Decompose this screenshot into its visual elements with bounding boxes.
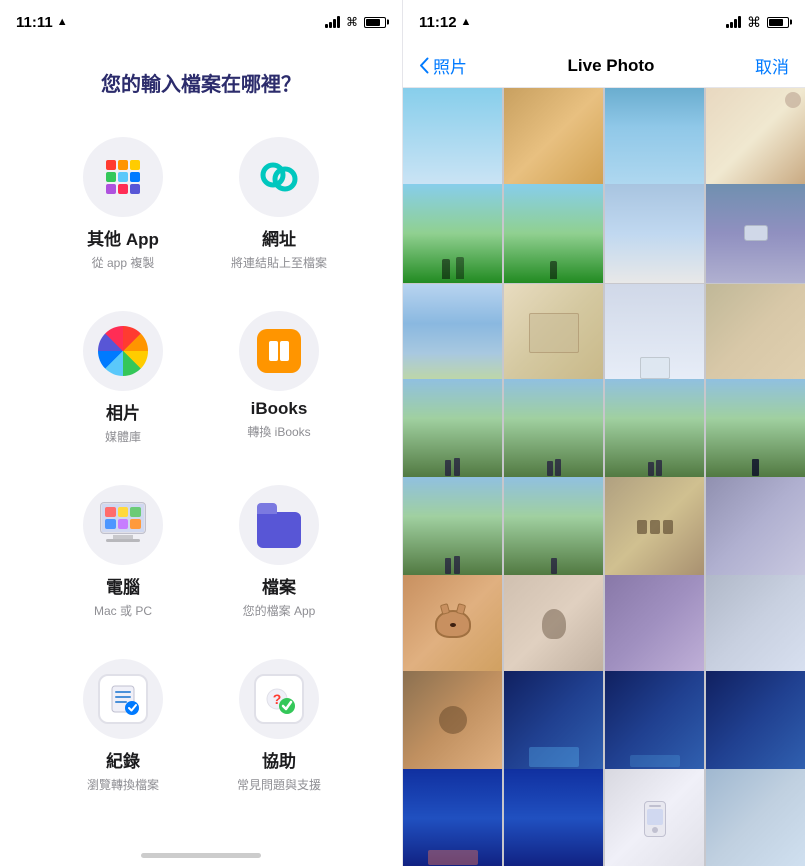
app-item-url[interactable]: 網址 將連結貼上至檔案 [231,137,327,271]
help-sublabel: 常見問題與支援 [237,776,321,793]
app-item-records[interactable]: 紀錄 瀏覽轉換檔案 [75,659,171,793]
left-time: 11:11 ▲ [16,14,68,31]
photo-cell[interactable] [504,184,603,283]
photo-cell[interactable] [504,88,603,187]
other-app-label: 其他 App [87,225,159,250]
url-sublabel: 將連結貼上至檔案 [231,254,327,271]
left-status-icons: ⌘ [325,15,386,29]
app-grid: 其他 App 從 app 複製 網址 將連結貼上至檔案 相片 媒體庫 [35,137,367,793]
left-signal-icon [325,16,340,28]
records-icon [98,674,148,724]
photo-cell[interactable] [504,284,603,383]
app-item-files[interactable]: 檔案 您的檔案 App [231,485,327,619]
right-status-bar: 11:12 ▲ ⌘ [403,0,805,44]
app-item-help[interactable]: ? 協助 常見問題與支援 [231,659,327,793]
photo-cell[interactable] [403,379,502,478]
computer-icon-wrap [83,485,163,565]
ibooks-label: iBooks [251,399,308,419]
records-sublabel: 瀏覽轉換檔案 [87,776,159,793]
photo-cell[interactable] [403,284,502,383]
photos-icon-wrap [83,311,163,391]
page-title: 您的輸入檔案在哪裡？ [101,68,301,97]
photo-cell[interactable] [403,769,502,866]
photo-cell[interactable] [706,769,805,866]
photo-cell[interactable] [403,477,502,576]
photo-cell[interactable] [403,575,502,674]
nav-back-button[interactable]: 照片 [419,53,467,78]
nav-title: Live Photo [568,56,655,76]
photo-cell[interactable] [605,575,704,674]
photo-cell[interactable] [706,575,805,674]
records-label: 紀錄 [106,747,140,772]
photo-cell[interactable] [605,769,704,866]
photos-icon [98,326,148,376]
photo-cell[interactable] [504,575,603,674]
cancel-button[interactable]: 取消 [755,53,789,78]
url-icon-wrap [239,137,319,217]
right-battery-icon [767,17,789,28]
right-nav-bar: 照片 Live Photo 取消 [403,44,805,88]
photos-sublabel: 媒體庫 [105,428,141,445]
photo-cell[interactable] [403,671,502,770]
app-item-other[interactable]: 其他 App 從 app 複製 [75,137,171,271]
computer-icon [98,502,148,548]
help-icon: ? [254,674,304,724]
other-app-icon-wrap [83,137,163,217]
help-label: 協助 [262,747,296,772]
photo-cell[interactable] [504,769,603,866]
photo-cell[interactable] [706,284,805,383]
records-icon-wrap [83,659,163,739]
photo-cell[interactable] [605,671,704,770]
photo-cell[interactable] [605,477,704,576]
app-item-photos[interactable]: 相片 媒體庫 [75,311,171,445]
photo-cell[interactable] [706,379,805,478]
photo-cell[interactable] [504,379,603,478]
photo-cell[interactable] [706,88,805,187]
computer-sublabel: Mac 或 PC [94,602,152,619]
photo-cell[interactable] [403,184,502,283]
photo-cell[interactable] [706,671,805,770]
grid-icon [106,160,140,194]
app-item-ibooks[interactable]: iBooks 轉換 iBooks [231,311,327,445]
left-location-icon: ▲ [57,16,68,28]
left-battery-icon [364,17,386,28]
photo-cell[interactable] [605,284,704,383]
left-home-indicator [141,853,261,858]
folder-icon [254,502,304,548]
photo-grid [403,88,805,866]
photo-cell[interactable] [605,88,704,187]
url-label: 網址 [262,225,296,250]
photo-cell[interactable] [706,184,805,283]
computer-label: 電腦 [106,573,140,598]
other-app-sublabel: 從 app 複製 [92,254,155,271]
photo-cell[interactable] [504,671,603,770]
right-signal-icon [726,16,741,28]
files-label: 檔案 [262,573,296,598]
left-status-bar: 11:11 ▲ ⌘ [0,0,402,44]
back-label: 照片 [433,53,467,78]
photo-cell[interactable] [605,379,704,478]
ibooks-icon [257,329,301,373]
photo-cell[interactable] [605,184,704,283]
right-wifi-icon: ⌘ [747,14,761,31]
files-sublabel: 您的檔案 App [243,602,316,619]
photos-label: 相片 [106,399,140,424]
ibooks-sublabel: 轉換 iBooks [247,423,310,440]
right-location-icon: ▲ [461,16,472,28]
photo-cell[interactable] [706,477,805,576]
link-icon [257,155,301,199]
right-time: 11:12 ▲ [419,14,471,31]
right-panel: 11:12 ▲ ⌘ 照片 Live Photo 取消 [402,0,805,866]
app-item-computer[interactable]: 電腦 Mac 或 PC [75,485,171,619]
files-icon-wrap [239,485,319,565]
photo-cell[interactable] [504,477,603,576]
left-wifi-icon: ⌘ [346,15,358,29]
left-panel: 11:11 ▲ ⌘ 您的輸入檔案在哪裡？ [0,0,402,866]
ibooks-icon-wrap [239,311,319,391]
chevron-left-icon [419,57,429,74]
help-icon-wrap: ? [239,659,319,739]
photo-cell[interactable] [403,88,502,187]
right-status-icons: ⌘ [726,14,789,31]
